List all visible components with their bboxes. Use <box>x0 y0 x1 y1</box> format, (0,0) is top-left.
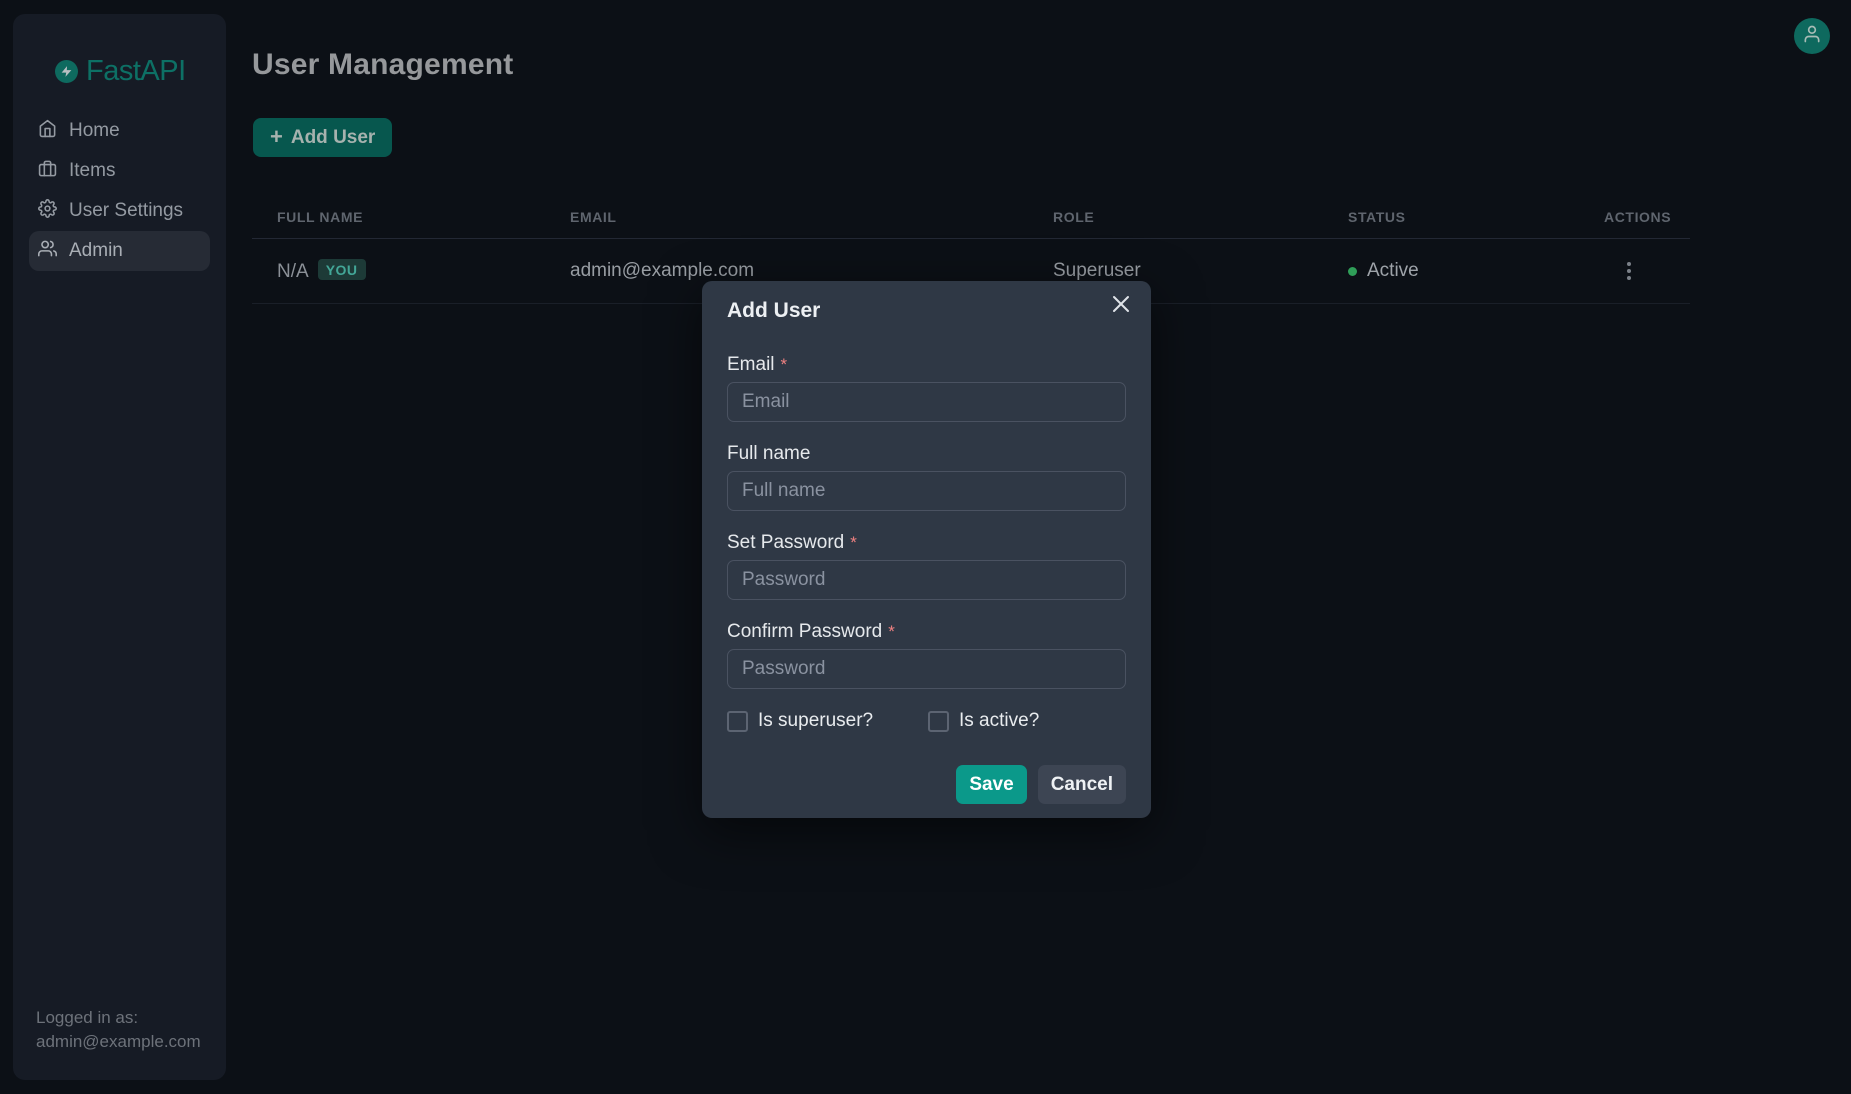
email-input[interactable] <box>727 382 1126 422</box>
checkbox-row: Is superuser? Is active? <box>727 710 1126 732</box>
confirm-password-input[interactable] <box>727 649 1126 689</box>
modal-footer: Save Cancel <box>727 765 1126 804</box>
confirm-password-label: Confirm Password* <box>727 621 1126 643</box>
is-active-checkbox-group[interactable]: Is active? <box>928 710 1039 732</box>
is-active-label: Is active? <box>959 710 1039 732</box>
is-superuser-label: Is superuser? <box>758 710 873 732</box>
set-password-input[interactable] <box>727 560 1126 600</box>
full-name-field-group: Full name <box>727 443 1126 511</box>
set-password-label: Set Password* <box>727 532 1126 554</box>
save-button[interactable]: Save <box>956 765 1026 804</box>
is-active-checkbox[interactable] <box>928 711 949 732</box>
required-asterisk: * <box>850 533 857 552</box>
app-window: FastAPI Home Items User Settings <box>0 0 1851 1094</box>
email-field-group: Email* <box>727 354 1126 422</box>
add-user-modal: Add User Email* Full name Set Password* … <box>702 281 1151 818</box>
full-name-input[interactable] <box>727 471 1126 511</box>
required-asterisk: * <box>888 622 895 641</box>
confirm-password-field-group: Confirm Password* <box>727 621 1126 689</box>
required-asterisk: * <box>781 355 788 374</box>
email-label: Email* <box>727 354 1126 376</box>
modal-close-button[interactable] <box>1110 294 1132 316</box>
cancel-button[interactable]: Cancel <box>1038 765 1126 804</box>
set-password-field-group: Set Password* <box>727 532 1126 600</box>
add-user-form: Email* Full name Set Password* Confirm P… <box>727 354 1126 804</box>
modal-title: Add User <box>727 299 1126 323</box>
is-superuser-checkbox-group[interactable]: Is superuser? <box>727 710 928 732</box>
full-name-label: Full name <box>727 443 1126 465</box>
close-icon <box>1112 295 1130 316</box>
is-superuser-checkbox[interactable] <box>727 711 748 732</box>
